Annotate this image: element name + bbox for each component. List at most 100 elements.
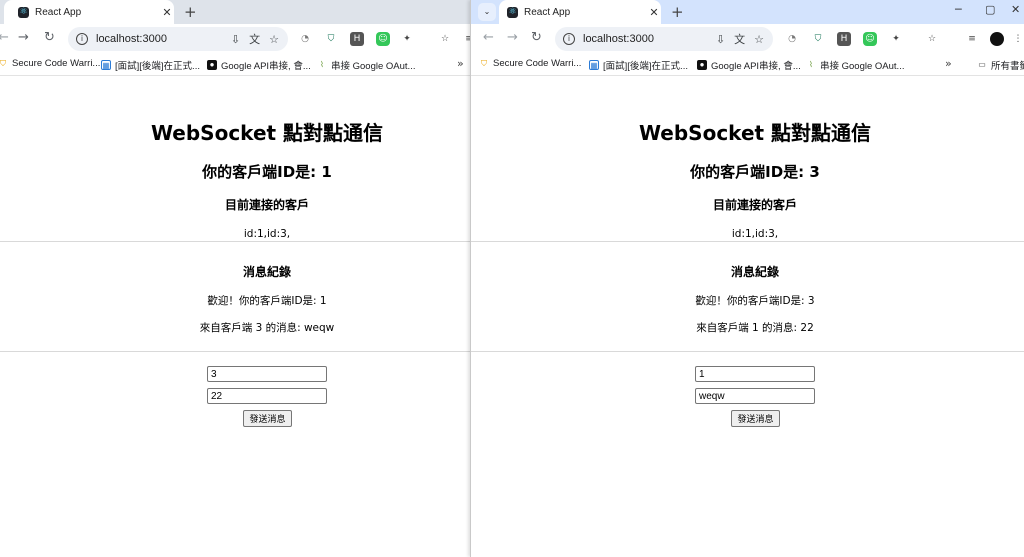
reload-icon[interactable]: ↻: [531, 30, 542, 45]
more-bookmarks-icon[interactable]: »: [945, 57, 952, 70]
install-icon[interactable]: ⇩: [231, 33, 240, 46]
url-text: localhost:3000: [583, 33, 654, 45]
target-client-input[interactable]: [207, 366, 327, 382]
bookmark-label: Google API串接, 會...: [221, 61, 311, 72]
message-log-item: 來自客戶端 1 的消息: 22: [696, 322, 814, 334]
extensions-puzzle-icon[interactable]: ✦: [889, 32, 903, 46]
more-bookmarks-icon[interactable]: »: [457, 57, 464, 70]
bookmark-item[interactable]: ⌇ 串接 Google OAut...: [317, 58, 415, 72]
tab-strip: ⚛ React App ✕ +: [0, 0, 470, 24]
maximize-icon[interactable]: ▢: [985, 3, 995, 21]
tab-search-icon[interactable]: ⌄: [478, 3, 496, 21]
react-favicon-icon: ⚛: [507, 6, 518, 18]
extension-shield-icon[interactable]: ⛉: [324, 32, 338, 46]
browser-window-left: ⚛ React App ✕ + ← → ↻ i localhost:3000 ⇩…: [0, 0, 470, 557]
secure-code-icon: ⛉: [0, 58, 6, 68]
bookmarks-star-icon[interactable]: ☆: [438, 32, 452, 46]
bookmark-label: 所有書籤: [991, 61, 1024, 72]
bookmark-item[interactable]: ▦ [面試][後端]在正式...: [101, 58, 200, 72]
forward-icon[interactable]: →: [18, 30, 29, 45]
tab-title: React App: [524, 6, 571, 18]
window-close-icon[interactable]: ✕: [1011, 3, 1020, 21]
blog-icon: ▦: [589, 60, 599, 70]
extensions-puzzle-icon[interactable]: ✦: [400, 32, 414, 46]
extension-shield-icon[interactable]: ⛉: [811, 32, 825, 46]
folder-icon: ▭: [978, 60, 986, 69]
divider: [471, 241, 1024, 242]
bookmark-item[interactable]: ● Google API串接, 會...: [207, 58, 311, 72]
extension-h-icon[interactable]: H: [837, 32, 851, 46]
menu-icon[interactable]: ⋮: [1011, 32, 1024, 46]
browser-window-right: ⌄ ⚛ React App ✕ + ─ ▢ ✕ ← → ↻ i localhos…: [470, 0, 1024, 557]
address-bar[interactable]: i localhost:3000 ⇩ 文 ☆: [555, 27, 773, 51]
new-tab-icon[interactable]: +: [671, 3, 684, 21]
media-control-icon[interactable]: ≡: [965, 32, 979, 46]
page-content: WebSocket 點對點通信 你的客戶端ID是: 3 目前連接的客戶 id:1…: [471, 77, 1024, 557]
secure-code-icon: ⛉: [481, 58, 487, 68]
install-icon[interactable]: ⇩: [716, 33, 725, 46]
send-message-button[interactable]: 發送消息: [243, 410, 292, 427]
message-input[interactable]: [207, 388, 327, 404]
divider: [0, 351, 470, 352]
react-favicon-icon: ⚛: [18, 6, 29, 18]
all-bookmarks-item[interactable]: ▭ 所有書籤: [977, 58, 1024, 72]
extension-green-icon[interactable]: ☺: [376, 32, 390, 46]
bookmark-item[interactable]: ⌇ 串接 Google OAut...: [806, 58, 904, 72]
bookmarks-bar: ⛉ Secure Code Warri... ▦ [面試][後端]在正式... …: [471, 54, 1024, 76]
page-title: WebSocket 點對點通信: [150, 121, 384, 145]
reload-icon[interactable]: ↻: [44, 30, 55, 45]
tab-react-app[interactable]: ⚛ React App ✕: [499, 0, 661, 24]
connected-clients-heading: 目前連接的客戶: [712, 198, 797, 212]
bookmark-item[interactable]: ⛉ Secure Code Warri...: [479, 58, 581, 69]
message-log-heading: 消息紀錄: [242, 265, 291, 279]
message-log-item: 歡迎！你的客戶端ID是: 3: [695, 295, 815, 307]
media-control-icon[interactable]: ≡: [462, 32, 470, 46]
translate-icon[interactable]: 文: [249, 31, 260, 47]
connected-clients-list: id:1,id:3,: [731, 228, 779, 240]
tab-title: React App: [35, 6, 82, 18]
send-message-button[interactable]: 發送消息: [731, 410, 780, 427]
message-log-heading: 消息紀錄: [730, 265, 779, 279]
oauth-icon: ⌇: [320, 60, 324, 69]
site-info-icon[interactable]: i: [563, 33, 575, 45]
address-bar[interactable]: i localhost:3000 ⇩ 文 ☆: [68, 27, 288, 51]
bookmark-label: Secure Code Warri...: [12, 58, 101, 69]
tab-close-icon[interactable]: ✕: [647, 6, 661, 19]
translate-icon[interactable]: 文: [734, 31, 745, 47]
connected-clients-list: id:1,id:3,: [243, 228, 291, 240]
bookmark-item[interactable]: ⛉ Secure Code Warri...: [0, 58, 100, 69]
bookmarks-star-icon[interactable]: ☆: [925, 32, 939, 46]
bookmark-label: 串接 Google OAut...: [820, 61, 905, 72]
extension-cookie-icon[interactable]: ◔: [785, 32, 799, 46]
message-log-item: 歡迎！你的客戶端ID是: 1: [207, 295, 327, 307]
extension-green-icon[interactable]: ☺: [863, 32, 877, 46]
extension-cookie-icon[interactable]: ◔: [298, 32, 312, 46]
bookmark-item[interactable]: ● Google API串接, 會...: [697, 58, 801, 72]
extension-h-icon[interactable]: H: [350, 32, 364, 46]
bookmark-star-icon[interactable]: ☆: [269, 33, 279, 46]
back-icon[interactable]: ←: [0, 30, 9, 45]
minimize-icon[interactable]: ─: [955, 3, 962, 21]
bookmark-label: Secure Code Warri...: [493, 58, 582, 69]
client-id-heading: 你的客戶端ID是: 3: [690, 163, 820, 181]
divider: [471, 351, 1024, 352]
bookmark-star-icon[interactable]: ☆: [754, 33, 764, 46]
page-content: WebSocket 點對點通信 你的客戶端ID是: 1 目前連接的客戶 id:1…: [0, 77, 470, 557]
message-input[interactable]: [695, 388, 815, 404]
back-icon[interactable]: ←: [483, 30, 494, 45]
site-info-icon[interactable]: i: [76, 33, 88, 45]
bookmark-label: [面試][後端]在正式...: [603, 61, 688, 72]
bookmark-label: [面試][後端]在正式...: [115, 61, 200, 72]
tab-react-app[interactable]: ⚛ React App ✕: [4, 0, 174, 24]
forward-icon[interactable]: →: [507, 30, 518, 45]
browser-toolbar: ← → ↻ i localhost:3000 ⇩ 文 ☆ ◔ ⛉ H ☺ ✦ ☆…: [471, 24, 1024, 54]
profile-avatar-icon[interactable]: [990, 32, 1004, 46]
client-id-heading: 你的客戶端ID是: 1: [202, 163, 332, 181]
divider: [0, 241, 470, 242]
bookmark-item[interactable]: ▦ [面試][後端]在正式...: [589, 58, 688, 72]
new-tab-icon[interactable]: +: [184, 3, 197, 21]
target-client-input[interactable]: [695, 366, 815, 382]
tab-strip: ⌄ ⚛ React App ✕ + ─ ▢ ✕: [471, 0, 1024, 24]
tab-close-icon[interactable]: ✕: [160, 6, 174, 19]
message-log-item: 來自客戶端 3 的消息: weqw: [199, 322, 335, 334]
